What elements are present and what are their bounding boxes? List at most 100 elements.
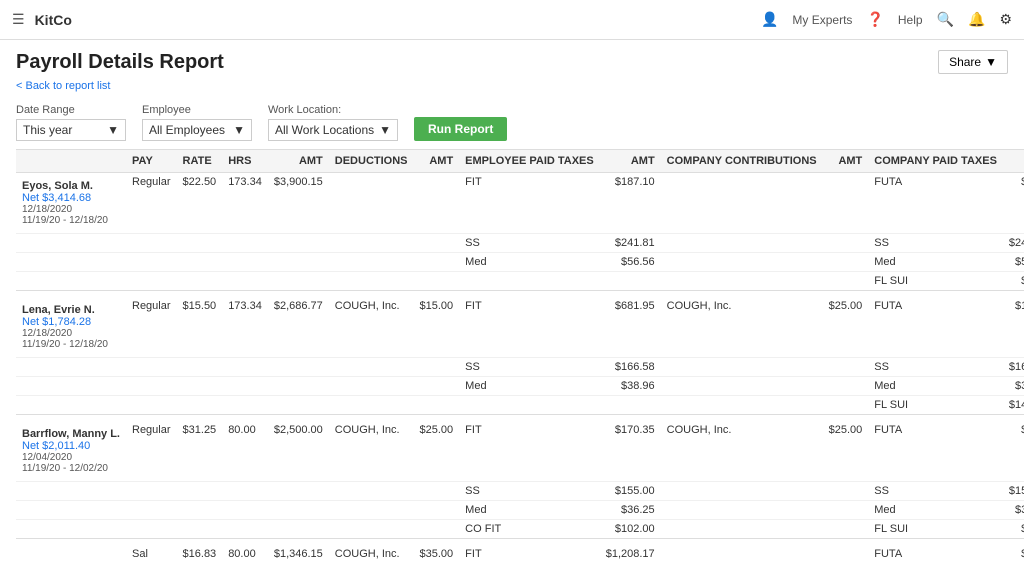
table-cell: COUGH, Inc. [661, 421, 823, 482]
employee-net[interactable]: Net $3,414.68 [22, 192, 120, 204]
table-cell [177, 253, 223, 272]
table-cell: $166.58 [1003, 358, 1024, 377]
table-cell: $102.00 [600, 520, 661, 539]
table-cell: $56.55 [1003, 253, 1024, 272]
table-cell [126, 234, 177, 253]
table-row: SS$166.58SS$166.58 [16, 358, 1024, 377]
employee-label: Employee [142, 104, 252, 116]
table-cell [329, 501, 414, 520]
table-cell [126, 482, 177, 501]
table-cell [823, 272, 869, 291]
table-cell: CO FIT [459, 520, 600, 539]
table-cell: $36.25 [600, 501, 661, 520]
employee-net[interactable]: Net $2,011.40 [22, 440, 120, 452]
help-icon: ❓ [866, 11, 883, 28]
table-cell [177, 501, 223, 520]
work-location-select[interactable]: All Work Locations ▼ [268, 119, 398, 141]
table-cell [661, 545, 823, 563]
notification-icon[interactable]: 🔔 [968, 11, 985, 28]
run-report-button[interactable]: Run Report [414, 117, 507, 141]
employee-cell: Barrflow, Manny L. Net $2,011.40 12/04/2… [16, 421, 126, 482]
table-cell: $36.25 [1003, 501, 1024, 520]
table-row: Barrflow, Manny L. Net $2,011.40 12/04/2… [16, 421, 1024, 482]
chevron-down-icon: ▼ [379, 123, 391, 137]
col-header-rate: RATE [177, 150, 223, 173]
col-header-amt2: AMT [414, 150, 460, 173]
table-cell: $1,208.17 [600, 545, 661, 563]
table-cell: $15.00 [414, 297, 460, 358]
table-cell [329, 482, 414, 501]
search-icon[interactable]: 🔍 [937, 11, 954, 28]
table-cell: $16.12 [1003, 297, 1024, 358]
table-cell: COUGH, Inc. [329, 297, 414, 358]
table-cell: Med [868, 253, 1003, 272]
table-cell [459, 272, 600, 291]
employee-cell [16, 377, 126, 396]
employee-select[interactable]: All Employees ▼ [142, 119, 252, 141]
table-cell: $170.35 [600, 421, 661, 482]
table-cell [414, 396, 460, 415]
table-cell [329, 520, 414, 539]
share-button[interactable]: Share ▼ [938, 50, 1008, 74]
col-header-hrs: HRS [222, 150, 268, 173]
table-cell: $2,686.77 [268, 297, 329, 358]
table-cell: SS [868, 358, 1003, 377]
table-cell [823, 396, 869, 415]
table-cell [414, 272, 460, 291]
table-cell [268, 501, 329, 520]
table-cell: $25.00 [414, 421, 460, 482]
table-cell: $155.00 [1003, 482, 1024, 501]
table-cell [268, 482, 329, 501]
table-cell [222, 396, 268, 415]
table-cell: $166.58 [600, 358, 661, 377]
table-cell [329, 173, 414, 234]
table-cell: 80.00 [222, 545, 268, 563]
col-header-deductions: DEDUCTIONS [329, 150, 414, 173]
employee-date1: 12/18/2020 [22, 204, 120, 215]
table-cell [177, 396, 223, 415]
settings-icon[interactable]: ⚙ [999, 11, 1012, 28]
table-cell: Med [868, 377, 1003, 396]
employee-date-range: 11/19/20 - 12/18/20 [22, 339, 120, 350]
table-cell: $3,900.15 [268, 173, 329, 234]
table-cell: $16.83 [177, 545, 223, 563]
date-range-select[interactable]: This year ▼ [16, 119, 126, 141]
col-header-amt1: AMT [268, 150, 329, 173]
table-cell: $187.10 [600, 173, 661, 234]
table-cell [661, 501, 823, 520]
breadcrumb[interactable]: < Back to report list [0, 80, 1024, 98]
employee-date1: 12/04/2020 [22, 452, 120, 463]
table-cell: $155.00 [600, 482, 661, 501]
table-cell [329, 358, 414, 377]
report-table: PAY RATE HRS AMT DEDUCTIONS AMT EMPLOYEE… [16, 149, 1024, 563]
menu-icon[interactable]: ☰ [12, 11, 25, 28]
table-cell [823, 234, 869, 253]
my-experts-link[interactable]: My Experts [792, 13, 852, 27]
col-header-emp-taxes: EMPLOYEE PAID TAXES [459, 150, 600, 173]
col-header-employee [16, 150, 126, 173]
table-cell [222, 272, 268, 291]
table-cell: $681.95 [600, 297, 661, 358]
date-range-filter: Date Range This year ▼ [16, 104, 126, 141]
employee-cell: Lena, Evrie N. Net $1,784.28 12/18/2020 … [16, 297, 126, 358]
page-title: Payroll Details Report [16, 51, 224, 74]
table-cell [268, 520, 329, 539]
chevron-down-icon: ▼ [985, 55, 997, 69]
table-row: FL SUI$0.00 [16, 272, 1024, 291]
table-cell: FUTA [868, 421, 1003, 482]
table-row: Med$56.56Med$56.55 [16, 253, 1024, 272]
table-cell: $22.50 [177, 173, 223, 234]
report-table-wrap: PAY RATE HRS AMT DEDUCTIONS AMT EMPLOYEE… [0, 149, 1024, 563]
table-cell: $38.96 [1003, 377, 1024, 396]
table-cell [661, 272, 823, 291]
table-cell: Med [459, 377, 600, 396]
page-header: Payroll Details Report Share ▼ [0, 40, 1024, 80]
table-cell: FUTA [868, 173, 1003, 234]
employee-cell [16, 234, 126, 253]
table-cell [414, 501, 460, 520]
help-link[interactable]: Help [898, 13, 923, 27]
table-cell: $1,346.15 [268, 545, 329, 563]
table-cell [823, 545, 869, 563]
employee-net[interactable]: Net $1,784.28 [22, 316, 120, 328]
table-cell: $0.00 [1003, 520, 1024, 539]
